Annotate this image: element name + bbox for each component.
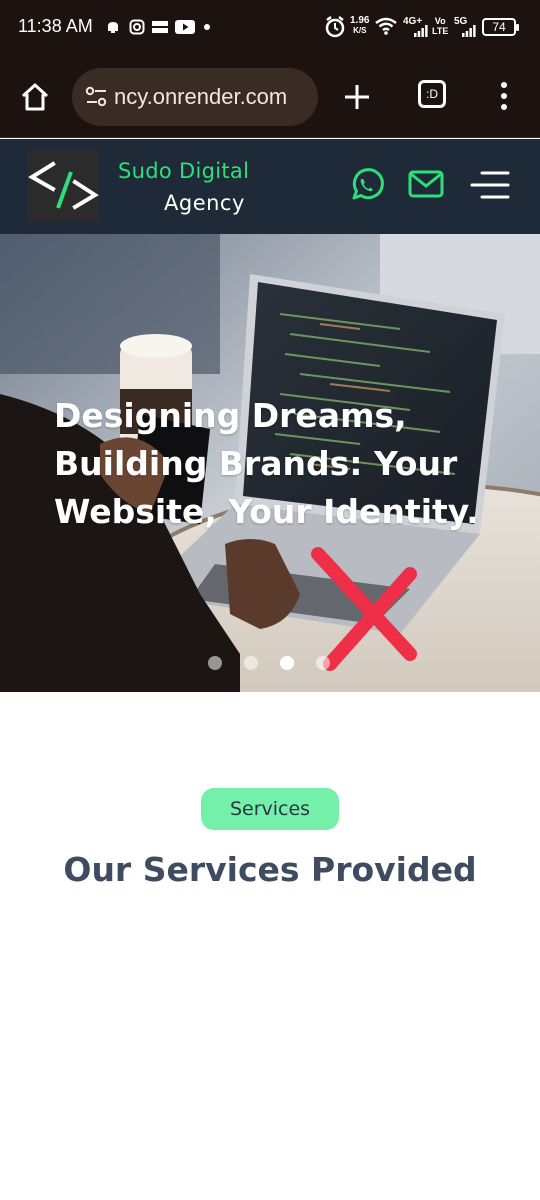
network-speed: 1.96 K/S [350,16,369,42]
temu-icon [150,18,170,36]
signal-icon-2 [462,24,476,50]
alarm-icon [324,14,346,40]
code-logo-icon[interactable] [27,150,99,222]
network-speed-unit: K/S [353,26,367,35]
url-text[interactable]: ncy.onrender.com [114,84,287,110]
brand-name-line1[interactable]: Sudo Digital [118,159,249,183]
wifi-icon [374,16,398,42]
carousel-dot[interactable] [244,656,258,670]
address-bar[interactable]: ncy.onrender.com [72,68,318,126]
browser-toolbar: ncy.onrender.com :D [0,56,540,138]
volte-top: Vo [434,16,446,26]
kebab-menu-icon[interactable] [494,80,514,114]
status-time: 11:38 AM [18,16,93,36]
tabs-icon[interactable]: :D [418,80,446,108]
carousel-dot-active[interactable] [280,656,294,670]
whatsapp-icon[interactable] [348,167,384,203]
signal-icon [414,24,428,50]
carousel-dots [208,656,330,670]
network-speed-value: 1.96 [350,15,370,26]
home-icon[interactable] [18,80,54,116]
services-section-title: Our Services Provided [63,850,477,889]
status-bar: 11:38 AM 1.96 K/S 4G+ Vo LTE 5G 74 [0,0,540,56]
instagram-icon [128,18,146,36]
volte-bottom: LTE [432,26,449,36]
more-notifications-dot-icon [203,18,211,36]
site-header: Sudo Digital Agency [0,139,540,234]
hero-title: Designing Dreams, Building Brands: Your … [54,396,479,531]
volte-label: Vo LTE [432,16,448,42]
hero-carousel[interactable]: Designing Dreams, Building Brands: Your … [0,234,540,692]
hamburger-icon[interactable] [470,169,510,201]
tune-icon[interactable] [84,86,110,108]
carousel-dot[interactable] [316,656,330,670]
battery-indicator: 74 [482,18,519,36]
mail-icon[interactable] [408,169,444,199]
youtube-icon [174,18,196,36]
notification-icon [104,18,122,36]
services-badge: Services [201,788,339,830]
plus-icon[interactable] [340,80,374,114]
brand-name-line2[interactable]: Agency [164,191,245,215]
carousel-dot[interactable] [208,656,222,670]
